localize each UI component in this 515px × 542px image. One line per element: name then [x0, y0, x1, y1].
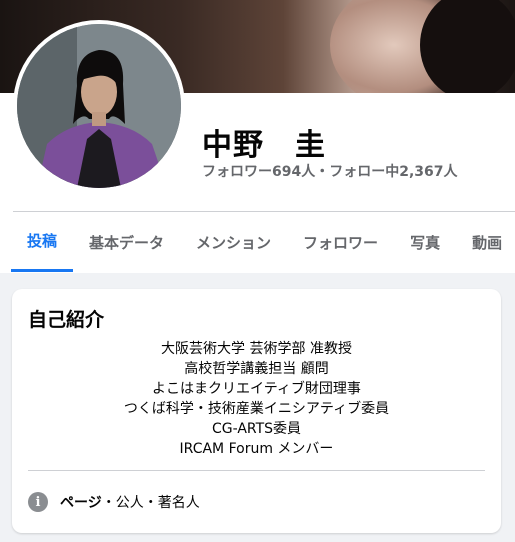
profile-tabs: 投稿 基本データ メンション フォロワー 写真 動画 [11, 212, 515, 272]
profile-photo-illustration [17, 24, 181, 188]
tab-videos[interactable]: 動画 [456, 212, 515, 272]
bio-line: 高校哲学講義担当 顧問 [184, 361, 329, 377]
bio-line: 大阪芸術大学 芸術学部 准教授 [161, 341, 352, 357]
bio-line: CG-ARTS委員 [211, 421, 302, 437]
bio-text: 大阪芸術大学 芸術学部 准教授 高校哲学講義担当 顧問 よこはまクリエイティブ財… [12, 339, 501, 459]
page-label[interactable]: ページ [60, 492, 102, 512]
tab-followers[interactable]: フォロワー [287, 212, 394, 272]
bio-line: よこはまクリエイティブ財団理事 [152, 381, 361, 397]
bio-line: IRCAM Forum メンバー [179, 441, 334, 457]
cover-photo-detail [420, 0, 515, 93]
tab-photos[interactable]: 写真 [394, 212, 456, 272]
divider [28, 470, 485, 471]
bio-line: つくば科学・技術産業イニシアティブ委員 [123, 401, 390, 417]
tab-mentions[interactable]: メンション [180, 212, 287, 272]
profile-photo [17, 24, 181, 188]
tab-about[interactable]: 基本データ [73, 212, 180, 272]
page-category: ・公人・著名人 [101, 495, 200, 511]
page-category-row: i ページ ・公人・著名人 [28, 492, 200, 512]
intro-card: 自己紹介 大阪芸術大学 芸術学部 准教授 高校哲学講義担当 顧問 よこはまクリエ… [12, 289, 501, 533]
info-icon: i [28, 492, 48, 512]
tab-posts[interactable]: 投稿 [11, 212, 74, 272]
follow-stats[interactable]: フォロワー694人・フォロー中2,367人 [202, 161, 458, 181]
avatar[interactable] [13, 20, 185, 192]
intro-title: 自己紹介 [28, 309, 105, 331]
profile-name: 中野 圭 [202, 128, 326, 163]
